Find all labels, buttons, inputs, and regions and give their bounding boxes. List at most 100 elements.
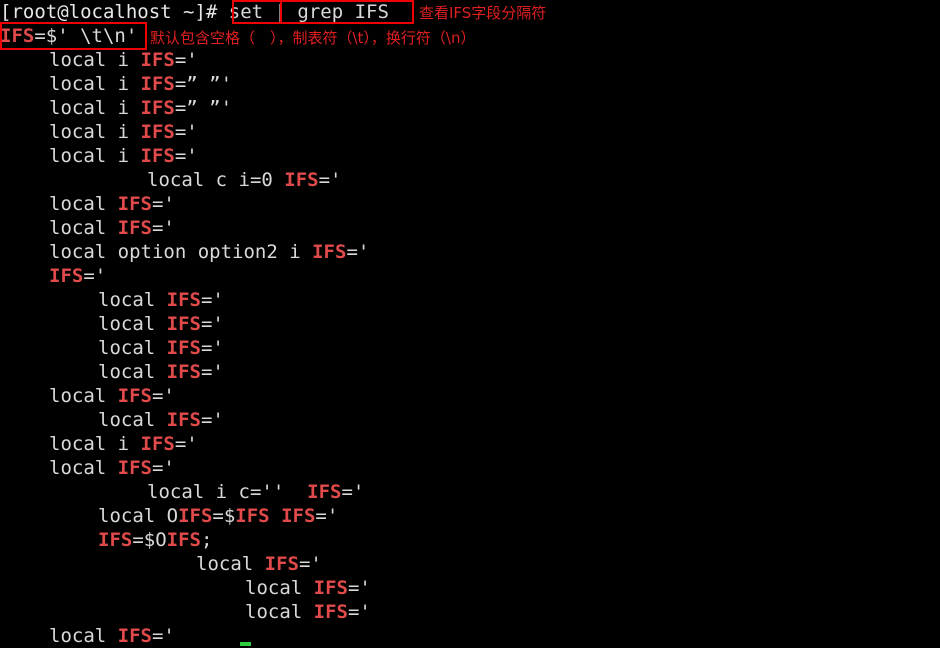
grep-match: IFS (117, 217, 152, 239)
terminal-window[interactable]: [root@localhost ~]# set | grep IFS IFS=$'… (0, 0, 940, 648)
output-line: local IFS=' (0, 384, 940, 408)
grep-match: IFS (98, 529, 133, 551)
line-text: local (98, 409, 167, 431)
output-line: local i IFS=” ”' (0, 96, 940, 120)
grep-match: IFS (235, 505, 270, 527)
typed-command[interactable]: set | grep IFS (229, 1, 389, 23)
output-line: local IFS=' (0, 456, 940, 480)
line-text: =' (347, 601, 371, 623)
line-text: local (245, 577, 314, 599)
line-text: local option option2 i (49, 241, 313, 263)
grep-match: IFS (140, 121, 175, 143)
output-line: local i IFS=” ”' (0, 72, 940, 96)
line-text: =' (151, 625, 175, 647)
line-text: =' (200, 361, 224, 383)
line-text: local i (49, 433, 141, 455)
output-line: local IFS=' (0, 216, 940, 240)
output-line: local IFS=' (0, 576, 940, 600)
grep-match: IFS (117, 193, 152, 215)
grep-match: IFS (117, 385, 152, 407)
grep-match: IFS (178, 505, 213, 527)
grep-match: IFS (117, 625, 152, 647)
line-text: =' (346, 241, 370, 263)
line-text: =' (341, 481, 365, 503)
line-text: =” ”' (174, 73, 233, 95)
output-line: local IFS=' (0, 600, 940, 624)
line-text: local (49, 457, 118, 479)
grep-match: IFS (140, 73, 175, 95)
line-text: ; (200, 529, 213, 551)
shell-prompt: [root@localhost ~]# (0, 1, 229, 23)
grep-match: IFS (166, 289, 201, 311)
line-text: =' (174, 433, 198, 455)
output-line: IFS=' (0, 264, 940, 288)
grep-match: IFS (281, 505, 316, 527)
grep-match: IFS (313, 577, 348, 599)
line-text: local i (49, 145, 141, 167)
grep-match: IFS (166, 529, 201, 551)
grep-match: IFS (166, 337, 201, 359)
grep-match: IFS (140, 49, 175, 71)
line-text: =' (151, 457, 175, 479)
line-text: local (98, 313, 167, 335)
output-line: local i IFS=' (0, 120, 940, 144)
grep-match: IFS (312, 241, 347, 263)
line-text: =$' \t\n' (34, 25, 138, 47)
line-text: =” ”' (174, 97, 233, 119)
output-line: local IFS=' (0, 408, 940, 432)
command-note: 查看IFS字段分隔符 (419, 4, 547, 22)
line-text: local (49, 217, 118, 239)
line-text: local (98, 289, 167, 311)
grep-match: IFS (166, 361, 201, 383)
output-line: local IFS=' (0, 360, 940, 384)
grep-match: IFS (264, 553, 299, 575)
line-text: local (245, 601, 314, 623)
output-line: local c i=0 IFS=' (0, 168, 940, 192)
output-line: local i IFS=' (0, 144, 940, 168)
line-text: local (98, 337, 167, 359)
ifs-value-note: 默认包含空格（ ），制表符（\t），换行符（\n） (150, 29, 476, 47)
line-text: local i (49, 97, 141, 119)
output-line: local IFS=' (0, 288, 940, 312)
output-line: local option option2 i IFS=' (0, 240, 940, 264)
output-line: local OIFS=$IFS IFS=' (0, 504, 940, 528)
terminal-cursor (240, 642, 251, 646)
line-text: local (196, 553, 265, 575)
terminal-output: [root@localhost ~]# set | grep IFS IFS=$'… (0, 0, 940, 648)
output-line: local i c='' IFS=' (0, 480, 940, 504)
line-text: =$O (132, 529, 167, 551)
grep-match: IFS (140, 433, 175, 455)
output-line: local IFS=' (0, 336, 940, 360)
line-text: =' (200, 409, 224, 431)
output-line: local IFS=' (0, 552, 940, 576)
output-line: local IFS=' (0, 624, 940, 648)
output-line: local IFS=' (0, 312, 940, 336)
line-text: =' (318, 169, 342, 191)
line-text: =' (298, 553, 322, 575)
output-line: IFS=$OIFS; (0, 528, 940, 552)
grep-match: IFS (307, 481, 342, 503)
line-text: local i c='' (147, 481, 308, 503)
line-text: local i (49, 73, 141, 95)
line-text: local (49, 193, 118, 215)
line-text: =' (174, 121, 198, 143)
line-text (270, 505, 281, 527)
line-text: =' (151, 193, 175, 215)
line-text: =' (83, 265, 107, 287)
grep-match: IFS (117, 457, 152, 479)
line-text: local (49, 385, 118, 407)
grep-match: IFS (166, 409, 201, 431)
line-text: local c i=0 (147, 169, 285, 191)
line-text: =' (347, 577, 371, 599)
line-text: =' (151, 385, 175, 407)
grep-match: IFS (284, 169, 319, 191)
grep-match: IFS (49, 265, 84, 287)
line-text: local (98, 361, 167, 383)
line-text: =' (151, 217, 175, 239)
line-text: =' (200, 289, 224, 311)
line-text: =' (174, 49, 198, 71)
line-text: =' (315, 505, 339, 527)
line-text: =' (200, 313, 224, 335)
grep-match: IFS (166, 313, 201, 335)
grep-match: IFS (0, 25, 35, 47)
